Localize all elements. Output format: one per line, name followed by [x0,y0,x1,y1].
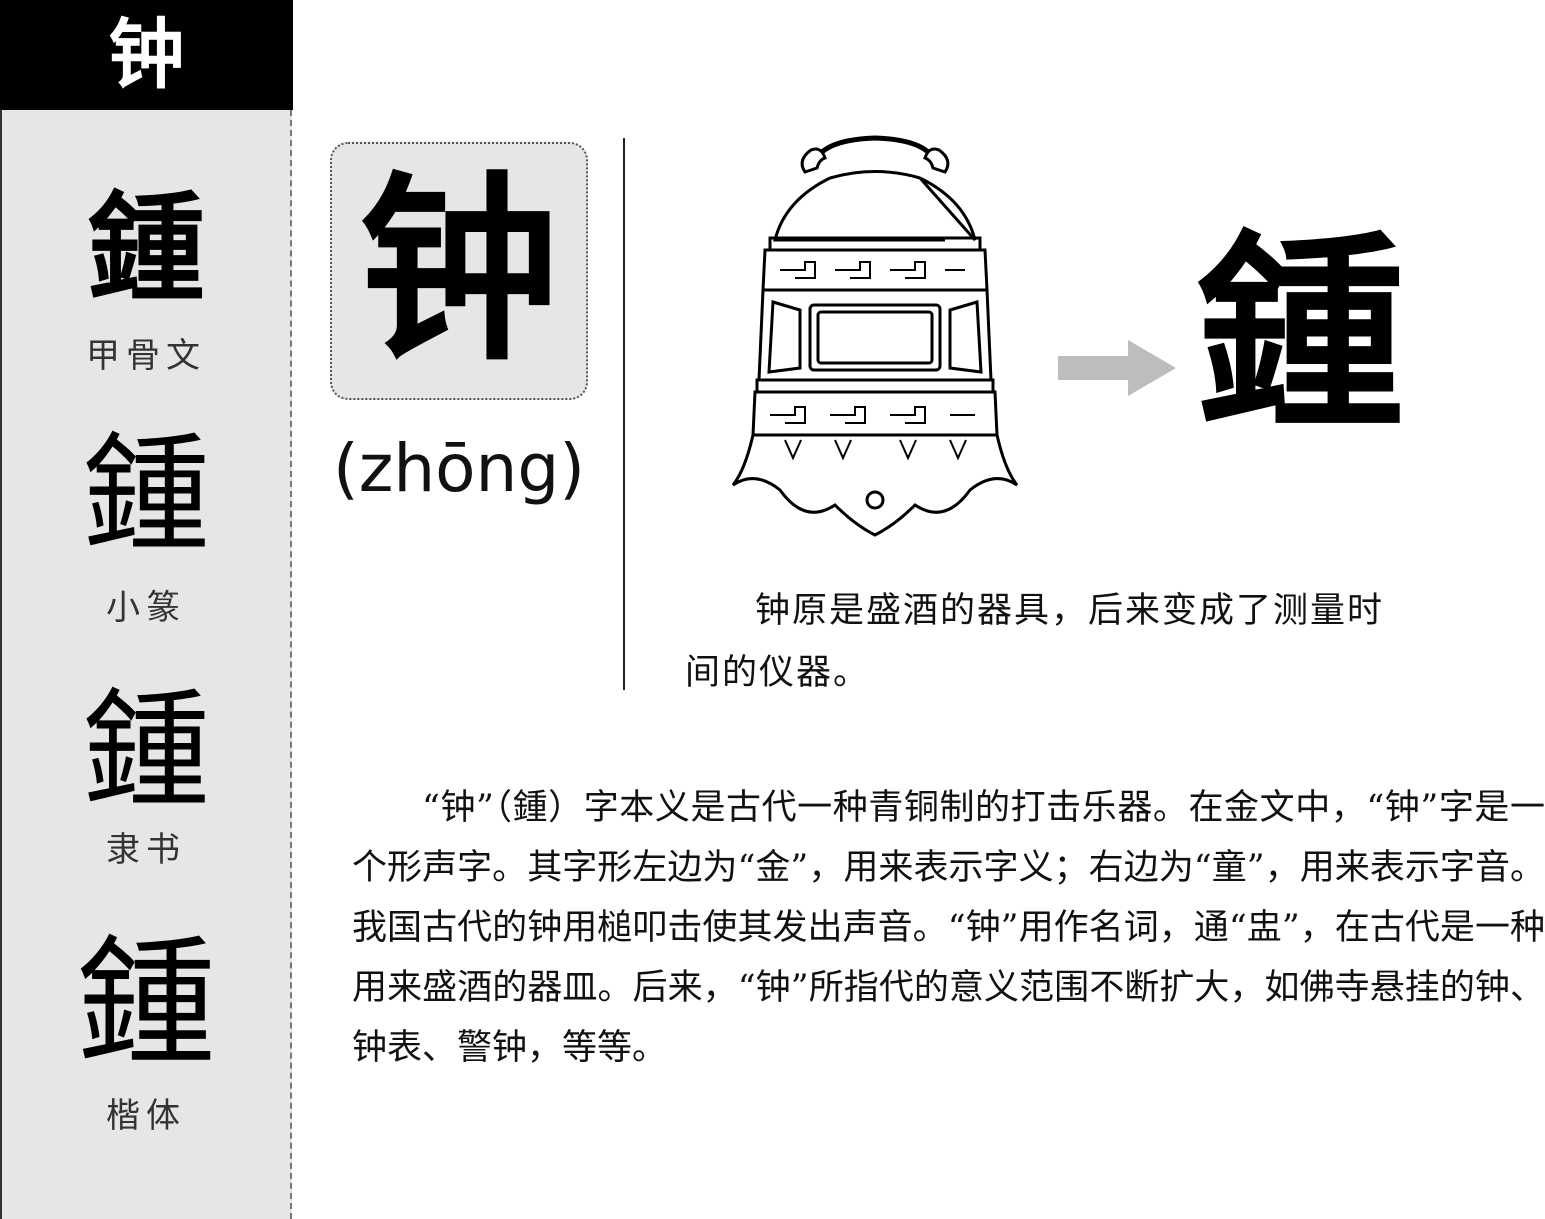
oracle-script-glyph: 鍾 [86,179,205,318]
seal-script-label: 小篆 [106,588,186,628]
bronze-script-glyph: 鍾 [1195,211,1406,458]
caption-text: 钟原是盛酒的器具，后来变成了测量时间的仪器。 [685,591,1385,693]
body-paragraph: “钟”（鍾）字本义是古代一种青铜制的打击乐器。在金文中，“钟”字是一个形声字。其… [352,778,1545,1078]
seal-script-glyph: 鍾 [81,421,210,570]
regular-script-glyph: 鍾 [75,923,216,1086]
clerical-script-glyph: 鍾 [81,677,210,826]
pinyin: (zhōng) [332,430,586,507]
main-character: 钟 [358,153,559,388]
main-character-box: 钟 [330,142,588,400]
body-text: “钟”（鍾）字本义是古代一种青铜制的打击乐器。在金文中，“钟”字是一个形声字。其… [352,788,1545,1068]
oracle-script-label: 甲骨文 [86,336,206,376]
bell-icon [731,135,1019,537]
right-arrow-icon [1058,340,1176,396]
title-box: 钟 [0,0,293,110]
caption: 钟原是盛酒的器具，后来变成了测量时间的仪器。 [685,580,1415,704]
clerical-script-label: 隶书 [106,830,186,870]
divider [623,138,625,690]
regular-script-label: 楷体 [106,1096,186,1136]
title-character: 钟 [108,10,185,99]
